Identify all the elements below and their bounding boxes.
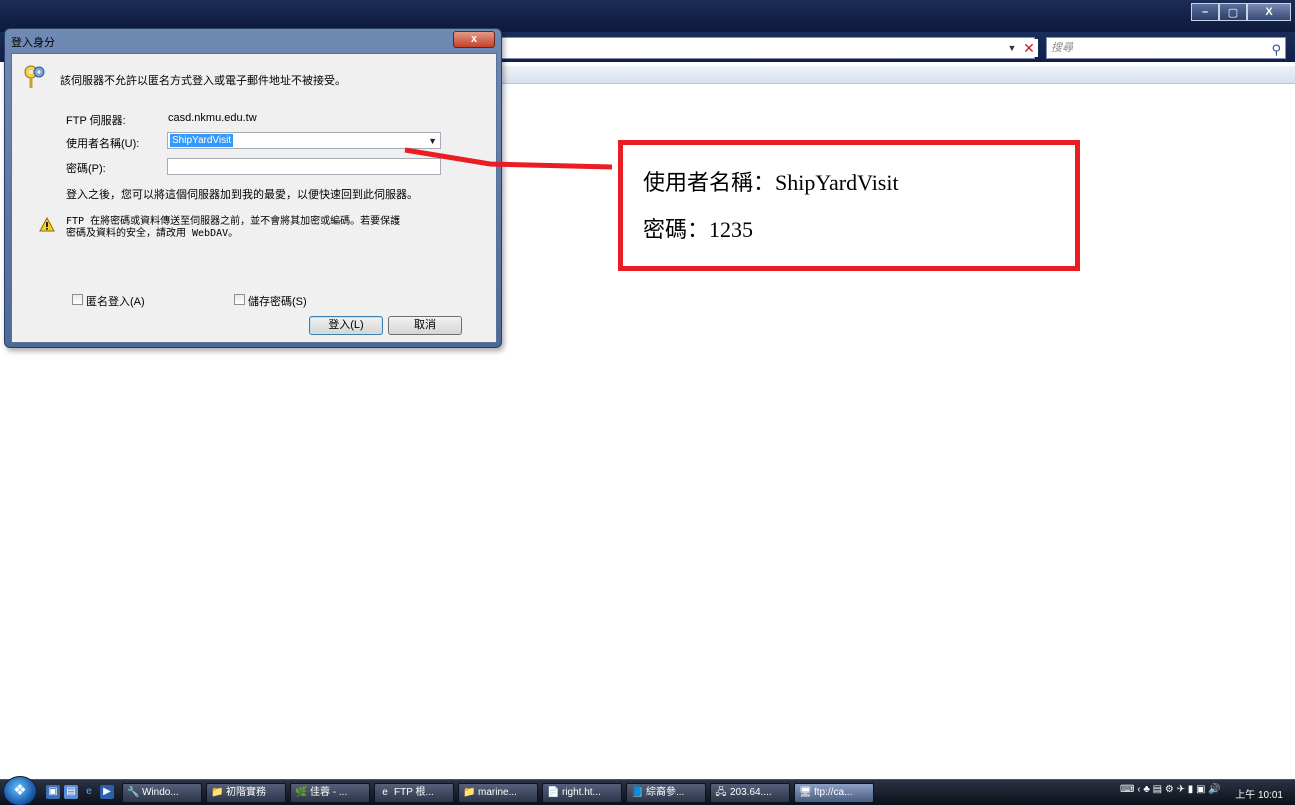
start-button[interactable]: ❖ [3,776,37,805]
switch-windows-icon[interactable]: ▤ [64,785,78,799]
clock[interactable]: 上午 10:01 [1235,786,1283,801]
annotation-password: 密碼：1235 [643,217,754,242]
chat-icon: 🌿 [295,787,308,798]
computer-icon: 🖥 [799,787,812,798]
task-marine[interactable]: 📁 marine... [458,783,538,803]
task-label: 佳蓉 - ... [310,787,348,798]
media-player-icon[interactable]: ▶ [100,785,114,799]
task-chat[interactable]: 🌿 佳蓉 - ... [290,783,370,803]
task-label: 203.64.... [730,787,772,798]
task-remote-host[interactable]: 🖧 203.64.... [710,783,790,803]
task-right-html[interactable]: 📄 right.ht... [542,783,622,803]
task-ftp-root[interactable]: e FTP 根... [374,783,454,803]
annotation-username: 使用者名稱：ShipYardVisit [643,170,899,195]
task-label: 綜裔參... [646,787,685,798]
folder-icon: 📁 [211,787,224,798]
task-reference[interactable]: 📘 綜裔參... [626,783,706,803]
task-icon: 🔧 [127,787,140,798]
network-icon: 🖧 [715,787,727,798]
document-icon: 📄 [547,787,560,798]
task-ftp-current[interactable]: 🖥 ftp://ca... [794,783,874,803]
task-label: FTP 根... [394,787,434,798]
word-document-icon: 📘 [631,787,644,798]
taskbar: ❖ ▣ ▤ e ▶ 🔧 Windo... 📁 初階實務 🌿 佳蓉 - ... e FTP… [0,776,1295,805]
folder-icon: 📁 [463,787,476,798]
task-label: Windo... [142,787,179,798]
internet-explorer-icon: e [382,787,388,798]
task-windows[interactable]: 🔧 Windo... [122,783,202,803]
task-label: right.ht... [562,787,601,798]
task-label: ftp://ca... [814,787,853,798]
annotation-box: 使用者名稱：ShipYardVisit 密碼：1235 [618,140,1080,271]
show-desktop-icon[interactable]: ▣ [46,785,60,799]
system-tray-icons[interactable]: ⌨ ‹ ♣ ▤ ⚙ ✈ ▮ ▣ 🔊 [1120,784,1221,795]
annotation-connector [404,147,613,170]
internet-explorer-icon[interactable]: e [82,785,96,799]
task-label: marine... [478,787,517,798]
task-folder-basic[interactable]: 📁 初階實務 [206,783,286,803]
task-label: 初階實務 [226,787,266,798]
